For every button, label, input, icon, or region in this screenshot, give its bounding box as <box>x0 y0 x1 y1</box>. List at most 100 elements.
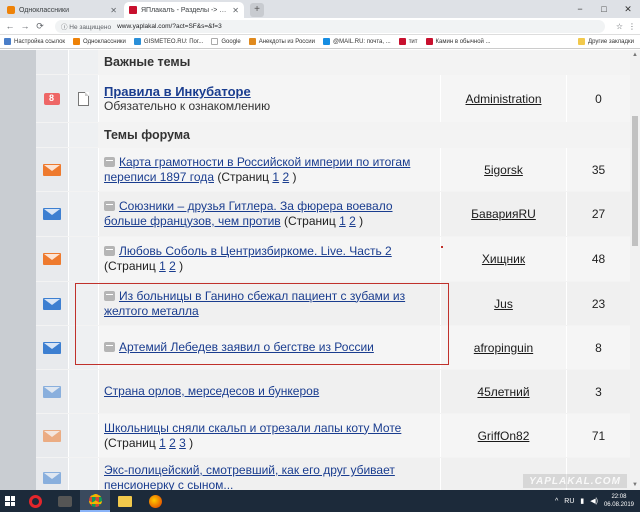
bookmark-label: Одноклассники <box>83 38 126 45</box>
bookmark-item[interactable]: GISMETEO.RU: Пог... <box>133 38 204 45</box>
google-icon <box>211 38 219 45</box>
topic-link[interactable]: Экс-полицейский, смотревший, как его дру… <box>104 463 395 492</box>
reload-icon[interactable]: ⟳ <box>34 21 46 32</box>
topic-link[interactable]: Школьницы сняли скальп и отрезали лапы к… <box>104 421 401 435</box>
author-link[interactable]: afropinguin <box>474 341 533 355</box>
back-icon[interactable]: ← <box>4 21 16 31</box>
topic-pages: (Страниц 1 2 ) <box>284 214 364 228</box>
chevron-up-icon[interactable]: ^ <box>555 498 558 505</box>
page-link[interactable]: 1 <box>272 170 279 184</box>
other-bookmarks[interactable]: Другие закладки <box>578 38 634 45</box>
window-controls: − □ ✕ <box>568 0 640 18</box>
section-title: Темы форума <box>104 128 190 142</box>
bookmark-label: Анекдоты из России <box>258 38 315 45</box>
page-link[interactable]: 2 <box>169 436 176 450</box>
page-link[interactable]: 2 <box>169 259 176 273</box>
bookmark-label: Google <box>221 38 241 45</box>
tab-yaplakal[interactable]: ЯПлакалъ - Разделы -> Инкуб ✕ <box>124 2 244 18</box>
clock[interactable]: 22:08 06.08.2019 <box>604 493 634 509</box>
bookmark-label: @MAIL.RU: почта, ... <box>332 38 391 45</box>
replies-count: 3 <box>566 370 630 413</box>
scroll-down-icon[interactable]: ▼ <box>630 480 640 490</box>
anekdot-icon <box>248 38 256 45</box>
topic-pages: (Страниц 1 2 3 ) <box>104 435 194 450</box>
author-link[interactable]: 5igorsk <box>484 163 523 177</box>
taskbar-opera[interactable] <box>20 490 50 512</box>
bookmark-item[interactable]: тит <box>398 38 418 45</box>
bookmark-item[interactable]: Камин в обычной ... <box>425 38 491 45</box>
document-icon <box>78 91 89 106</box>
windows-icon <box>5 496 15 506</box>
topic-preview-icon[interactable] <box>104 201 115 211</box>
topic-preview-icon[interactable] <box>104 156 115 167</box>
yaplakal-icon <box>398 38 406 45</box>
table-row: Школьницы сняли скальп и отрезали лапы к… <box>36 414 630 457</box>
page-link[interactable]: 1 <box>339 214 346 228</box>
pinned-topic-subtitle: Обязательно к ознакомлению <box>104 99 271 113</box>
odnoklassniki-icon <box>73 38 81 45</box>
author-link[interactable]: GriffOn82 <box>478 429 530 443</box>
scrollbar[interactable]: ▲ ▼ <box>630 50 640 490</box>
page-link[interactable]: 1 <box>159 436 166 450</box>
page-link[interactable]: 3 <box>179 436 186 450</box>
replies-count: 27 <box>566 192 630 236</box>
forward-icon[interactable]: → <box>19 21 31 31</box>
taskbar-firefox[interactable] <box>140 490 170 512</box>
star-icon[interactable]: ☆ <box>616 22 623 31</box>
taskbar-explorer[interactable] <box>110 490 140 512</box>
close-icon[interactable]: ✕ <box>232 6 239 15</box>
envelope-icon <box>43 208 61 220</box>
tab-odnoklassniki[interactable]: Одноклассники ✕ <box>2 2 122 18</box>
scrollbar-thumb[interactable] <box>632 116 638 246</box>
author-link[interactable]: Хищник <box>482 252 525 266</box>
network-icon[interactable]: ▮ <box>580 497 584 505</box>
volume-icon[interactable]: ◀) <box>590 497 598 505</box>
page-link[interactable]: 2 <box>349 214 356 228</box>
bookmark-item[interactable]: Google <box>211 38 241 45</box>
author-link[interactable]: БаварияRU <box>471 207 536 221</box>
envelope-icon <box>43 297 61 310</box>
bookmark-item[interactable]: Настройка ссылок <box>4 38 65 45</box>
taskbar-chrome[interactable] <box>80 490 110 512</box>
topic-preview-icon[interactable] <box>104 246 115 256</box>
maximize-button[interactable]: □ <box>592 0 616 18</box>
replies-count: 71 <box>566 414 630 457</box>
topic-link[interactable]: Страна орлов, мерседесов и бункеров <box>104 384 319 398</box>
menu-icon[interactable]: ⋮ <box>628 22 636 31</box>
replies-count: 8 <box>566 326 630 369</box>
page-link[interactable]: 2 <box>282 170 289 184</box>
topic-link[interactable]: Любовь Соболь в Центризбиркоме. Live. Ча… <box>119 244 392 258</box>
bookmark-label: GISMETEO.RU: Пог... <box>143 38 204 45</box>
bookmark-item[interactable]: Анекдоты из России <box>248 38 315 45</box>
author-link[interactable]: Jus <box>494 297 513 311</box>
taskbar-media[interactable] <box>50 490 80 512</box>
close-window-button[interactable]: ✕ <box>616 0 640 18</box>
replies-count: 0 <box>566 75 630 122</box>
close-icon[interactable]: ✕ <box>110 6 117 15</box>
url-input[interactable]: ⓘ Не защищено www.yaplakal.com/?act=SF&s… <box>55 19 605 33</box>
author-link[interactable]: Administration <box>465 92 541 106</box>
envelope-icon <box>43 472 61 484</box>
system-tray: ^ RU ▮ ◀) 22:08 06.08.2019 <box>555 493 640 509</box>
clock-date: 06.08.2019 <box>603 502 634 508</box>
chrome-icon <box>88 493 102 507</box>
new-tab-button[interactable]: + <box>250 3 264 17</box>
table-row: Любовь Соболь в Центризбиркоме. Live. Ча… <box>36 237 630 281</box>
language-indicator[interactable]: RU <box>564 498 574 505</box>
start-button[interactable] <box>0 490 20 512</box>
firefox-icon <box>148 494 162 508</box>
bookmark-item[interactable]: Одноклассники <box>73 38 126 45</box>
security-indicator[interactable]: ⓘ Не защищено <box>61 21 111 31</box>
apps-icon <box>4 38 11 45</box>
minimize-button[interactable]: − <box>568 0 592 18</box>
page-link[interactable]: 1 <box>159 259 166 273</box>
folder-icon <box>578 38 586 45</box>
scroll-up-icon[interactable]: ▲ <box>630 50 640 60</box>
tab-strip: Одноклассники ✕ ЯПлакалъ - Разделы -> Ин… <box>0 0 640 18</box>
pages-label: (Страниц <box>104 435 156 450</box>
bookmark-item[interactable]: @MAIL.RU: почта, ... <box>322 38 391 45</box>
table-row-pinned: Правила в Инкубаторе Обязательно к ознак… <box>36 75 630 122</box>
bookmark-label: Настройка ссылок <box>14 38 66 45</box>
author-link[interactable]: 45летний <box>477 385 529 399</box>
pinned-topic-link[interactable]: Правила в Инкубаторе <box>104 84 270 99</box>
